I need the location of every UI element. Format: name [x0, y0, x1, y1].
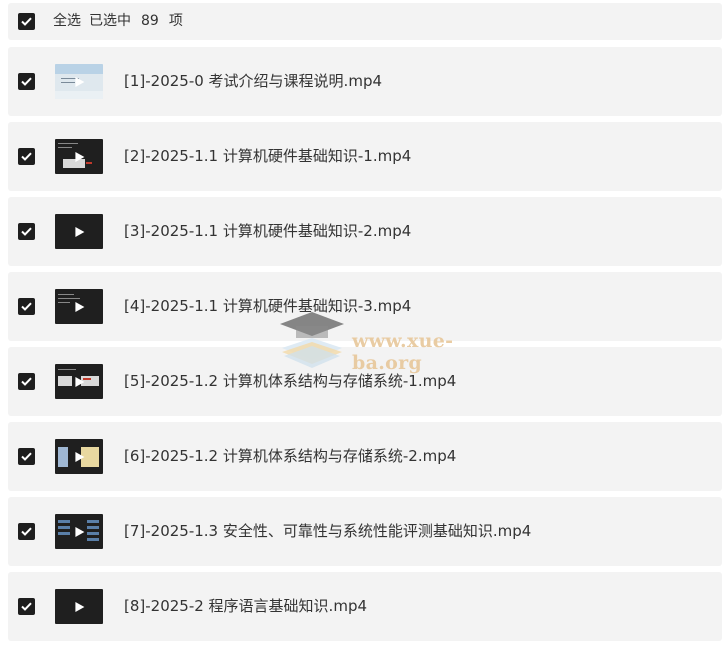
row-checkbox[interactable] [18, 373, 35, 390]
row-checkbox[interactable] [18, 448, 35, 465]
file-title[interactable]: [7]-2025-1.3 安全性、可靠性与系统性能评测基础知识.mp4 [124, 497, 531, 566]
video-thumbnail[interactable] [55, 364, 103, 399]
check-icon [21, 452, 32, 461]
play-icon [75, 226, 85, 237]
video-thumbnail[interactable] [55, 139, 103, 174]
check-icon [21, 302, 32, 311]
check-icon [21, 527, 32, 536]
select-all-label[interactable]: 全选 [53, 13, 81, 29]
file-row[interactable]: [5]-2025-1.2 计算机体系结构与存储系统-1.mp4 [8, 347, 722, 416]
video-thumbnail[interactable] [55, 589, 103, 624]
play-icon [75, 76, 85, 87]
selected-unit: 项 [168, 13, 183, 29]
video-thumbnail[interactable] [55, 64, 103, 99]
play-icon [75, 601, 85, 612]
check-icon [21, 77, 32, 86]
check-icon [21, 152, 32, 161]
file-row[interactable]: [6]-2025-1.2 计算机体系结构与存储系统-2.mp4 [8, 422, 722, 491]
file-row[interactable]: [4]-2025-1.1 计算机硬件基础知识-3.mp4 [8, 272, 722, 341]
file-title[interactable]: [2]-2025-1.1 计算机硬件基础知识-1.mp4 [124, 122, 411, 191]
row-checkbox[interactable] [18, 223, 35, 240]
select-all-checkbox[interactable] [18, 13, 35, 30]
play-icon [75, 376, 85, 387]
file-row[interactable]: [3]-2025-1.1 计算机硬件基础知识-2.mp4 [8, 197, 722, 266]
file-row[interactable]: [1]-2025-0 考试介绍与课程说明.mp4 [8, 47, 722, 116]
play-icon [75, 151, 85, 162]
play-icon [75, 526, 85, 537]
selection-summary: 全选 已选中 89 项 [53, 3, 191, 40]
play-icon [75, 301, 85, 312]
row-checkbox[interactable] [18, 73, 35, 90]
row-checkbox[interactable] [18, 148, 35, 165]
file-row[interactable]: [2]-2025-1.1 计算机硬件基础知识-1.mp4 [8, 122, 722, 191]
file-title[interactable]: [6]-2025-1.2 计算机体系结构与存储系统-2.mp4 [124, 422, 456, 491]
file-title[interactable]: [3]-2025-1.1 计算机硬件基础知识-2.mp4 [124, 197, 411, 266]
check-icon [21, 17, 32, 26]
check-icon [21, 602, 32, 611]
file-title[interactable]: [5]-2025-1.2 计算机体系结构与存储系统-1.mp4 [124, 347, 456, 416]
video-thumbnail[interactable] [55, 514, 103, 549]
file-title[interactable]: [8]-2025-2 程序语言基础知识.mp4 [124, 572, 367, 641]
file-title[interactable]: [4]-2025-1.1 计算机硬件基础知识-3.mp4 [124, 272, 411, 341]
select-all-bar: 全选 已选中 89 项 [8, 3, 722, 40]
file-row[interactable]: [7]-2025-1.3 安全性、可靠性与系统性能评测基础知识.mp4 [8, 497, 722, 566]
video-thumbnail[interactable] [55, 439, 103, 474]
selected-count: 89 [141, 13, 159, 29]
row-checkbox[interactable] [18, 298, 35, 315]
play-icon [75, 451, 85, 462]
row-checkbox[interactable] [18, 523, 35, 540]
check-icon [21, 227, 32, 236]
video-thumbnail[interactable] [55, 214, 103, 249]
file-title[interactable]: [1]-2025-0 考试介绍与课程说明.mp4 [124, 47, 382, 116]
selected-prefix: 已选中 [89, 13, 131, 29]
row-checkbox[interactable] [18, 598, 35, 615]
video-thumbnail[interactable] [55, 289, 103, 324]
check-icon [21, 377, 32, 386]
file-row[interactable]: [8]-2025-2 程序语言基础知识.mp4 [8, 572, 722, 641]
